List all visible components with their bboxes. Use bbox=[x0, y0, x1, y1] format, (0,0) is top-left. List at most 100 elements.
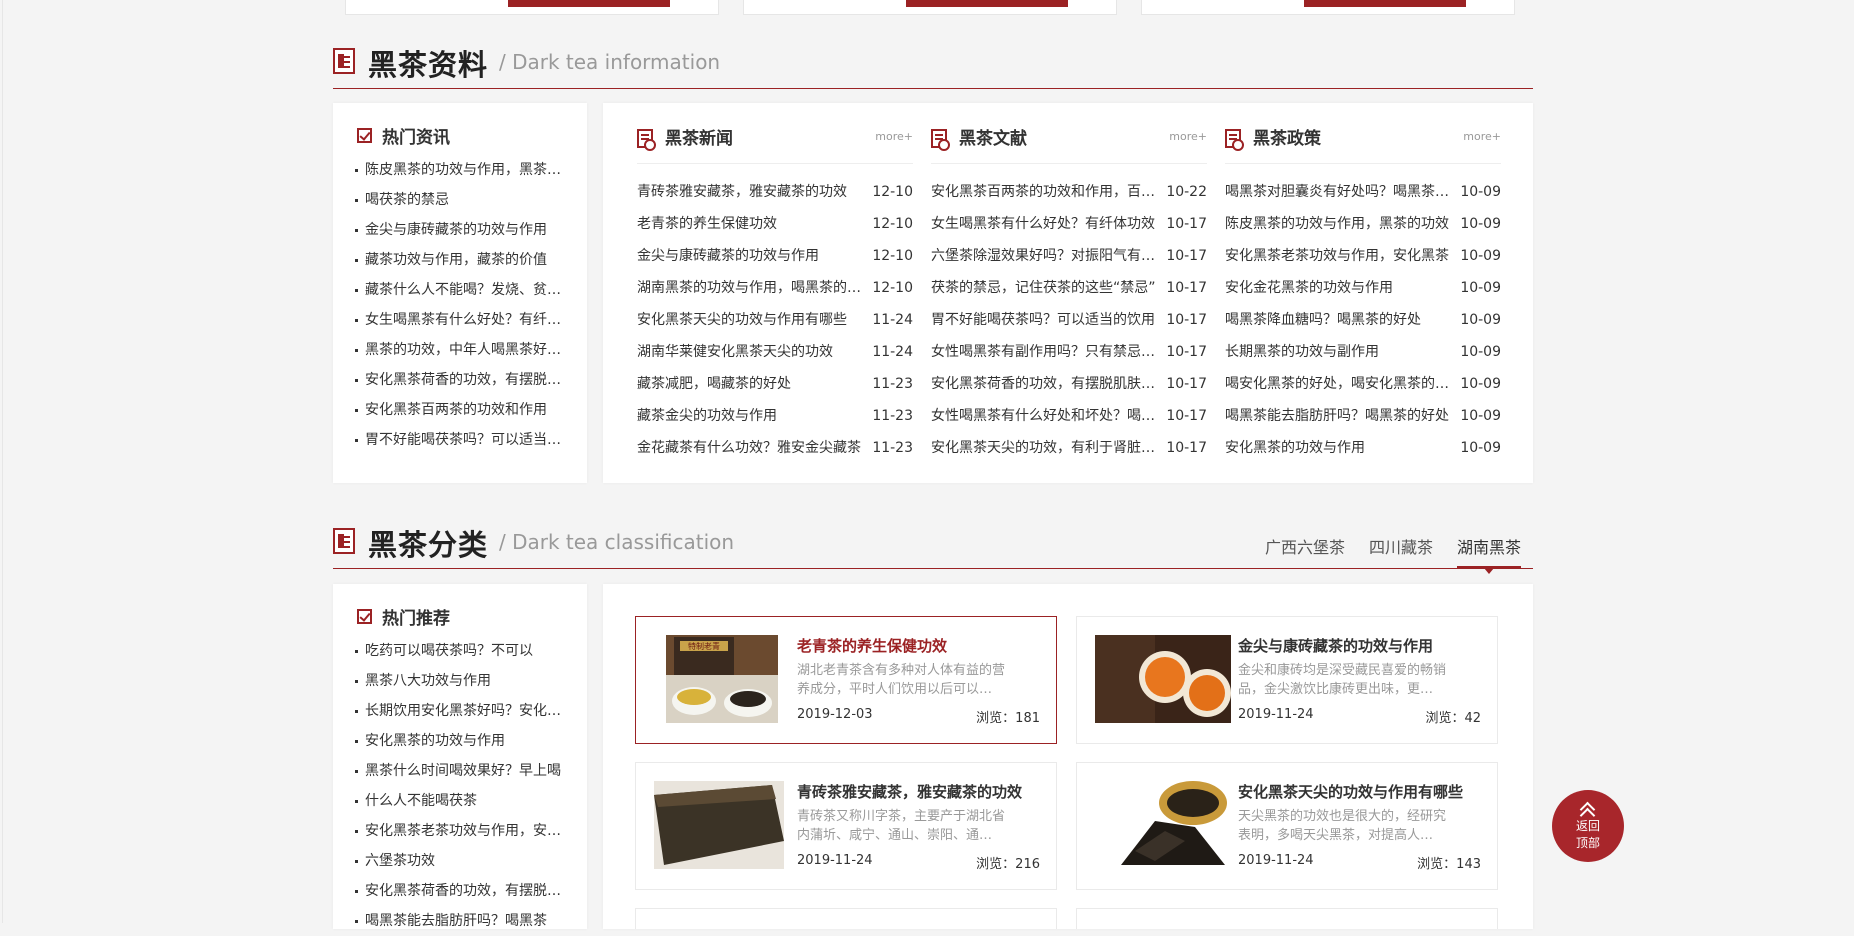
news-item-title: 女生喝黑茶有什么好处？有纤体功效 bbox=[931, 216, 1155, 232]
news-column-title: 黑茶文献 bbox=[959, 129, 1027, 149]
news-item-title: 藏茶减肥，喝藏茶的好处 bbox=[637, 376, 791, 392]
news-item-title: 湖南黑茶的功效与作用，喝黑茶的好处 bbox=[637, 280, 863, 296]
list-item[interactable]: 安化黑茶荷香的功效，有摆脱烦恼 bbox=[355, 876, 565, 906]
news-item[interactable]: 六堡茶除湿效果好吗？对振阳气有帮助 10-17 bbox=[931, 240, 1207, 272]
news-item[interactable]: 胃不好能喝茯茶吗？可以适当的饮用 10-17 bbox=[931, 304, 1207, 336]
hot-news-list: 陈皮黑茶的功效与作用，黑茶怎么喝 喝茯茶的禁忌 金尖与康砖藏茶的功效与作用 藏茶… bbox=[355, 155, 565, 455]
list-item[interactable]: 什么人不能喝茯茶 bbox=[355, 786, 565, 816]
list-item[interactable]: 黑茶八大功效与作用 bbox=[355, 666, 565, 696]
news-item[interactable]: 安化黑茶老茶功效与作用，安化黑茶 10-09 bbox=[1225, 240, 1501, 272]
tab-guangxi[interactable]: 广西六堡茶 bbox=[1265, 534, 1345, 568]
news-item-title: 女性喝黑茶有副作用吗？只有禁忌人群 bbox=[931, 344, 1157, 360]
top-card-button[interactable] bbox=[508, 0, 670, 7]
list-item[interactable]: 安化黑茶百两茶的功效和作用 bbox=[355, 395, 565, 425]
news-item-date: 11-23 bbox=[872, 440, 913, 456]
news-item[interactable]: 湖南华莱健安化黑茶天尖的功效 11-24 bbox=[637, 336, 913, 368]
article-card[interactable] bbox=[1076, 908, 1498, 929]
top-card-button[interactable] bbox=[1304, 0, 1466, 7]
news-item[interactable]: 藏茶减肥，喝藏茶的好处 11-23 bbox=[637, 368, 913, 400]
list-item[interactable]: 金尖与康砖藏茶的功效与作用 bbox=[355, 215, 565, 245]
list-item[interactable]: 黑茶什么时间喝效果好？早上喝 bbox=[355, 756, 565, 786]
list-item[interactable]: 胃不好能喝茯茶吗？可以适当饮用 bbox=[355, 425, 565, 455]
news-item[interactable]: 茯茶的禁忌，记住茯茶的这些“禁忌” 10-17 bbox=[931, 272, 1207, 304]
news-item[interactable]: 安化黑茶天尖的功效，有利于肾脏健康 10-17 bbox=[931, 432, 1207, 464]
news-item[interactable]: 长期黑茶的功效与副作用 10-09 bbox=[1225, 336, 1501, 368]
article-description: 湖北老青茶含有多种对人体有益的营养成分，平时人们饮用以后可以… bbox=[797, 663, 1006, 697]
article-card[interactable]: 特制老青 老青茶的养生保健功效 湖北老青茶含有多种对人体有益的营养成分，平时人们… bbox=[635, 616, 1057, 744]
news-item-date: 10-09 bbox=[1460, 408, 1501, 424]
more-link[interactable]: more+ bbox=[875, 130, 913, 143]
news-item[interactable]: 老青茶的养生保健功效 12-10 bbox=[637, 208, 913, 240]
tab-sichuan[interactable]: 四川藏茶 bbox=[1369, 534, 1433, 568]
news-item-date: 10-09 bbox=[1460, 344, 1501, 360]
news-item[interactable]: 金花藏茶有什么功效？雅安金尖藏茶 11-23 bbox=[637, 432, 913, 464]
article-title: 安化黑茶天尖的功效与作用有哪些 bbox=[1238, 783, 1464, 801]
list-item[interactable]: 藏茶功效与作用，藏茶的价值 bbox=[355, 245, 565, 275]
top-card-button[interactable] bbox=[906, 0, 1068, 7]
news-item[interactable]: 女性喝黑茶有什么好处和坏处？喝黑茶 10-17 bbox=[931, 400, 1207, 432]
tab-hunan[interactable]: 湖南黑茶 bbox=[1456, 534, 1521, 574]
list-item[interactable]: 六堡茶功效 bbox=[355, 846, 565, 876]
list-item[interactable]: 黑茶的功效，中年人喝黑茶好处多 bbox=[355, 335, 565, 365]
list-item[interactable]: 长期饮用安化黑茶好吗？安化黑茶 bbox=[355, 696, 565, 726]
news-item-date: 10-17 bbox=[1166, 408, 1207, 424]
more-link[interactable]: more+ bbox=[1169, 130, 1207, 143]
hot-recommend-header: 热门推荐 bbox=[357, 604, 450, 629]
list-item[interactable]: 藏茶什么人不能喝？发烧、贫血人群 bbox=[355, 275, 565, 305]
news-item[interactable]: 女生喝黑茶有什么好处？有纤体功效 10-17 bbox=[931, 208, 1207, 240]
list-item[interactable]: 陈皮黑茶的功效与作用，黑茶怎么喝 bbox=[355, 155, 565, 185]
news-item-title: 胃不好能喝茯茶吗？可以适当的饮用 bbox=[931, 312, 1155, 328]
article-card[interactable]: 安化黑茶天尖的功效与作用有哪些 天尖黑茶的功效也是很大的，经研究表明，多喝天尖黑… bbox=[1076, 762, 1498, 890]
article-title: 老青茶的养生保健功效 bbox=[797, 637, 948, 655]
article-thumbnail: 特制老青 bbox=[666, 635, 778, 723]
list-item[interactable]: 吃药可以喝茯茶吗？不可以 bbox=[355, 636, 565, 666]
news-item[interactable]: 安化黑茶天尖的功效与作用有哪些 11-24 bbox=[637, 304, 913, 336]
list-item[interactable]: 女生喝黑茶有什么好处？有纤体功效 bbox=[355, 305, 565, 335]
document-icon bbox=[931, 129, 950, 151]
news-item-date: 10-09 bbox=[1460, 216, 1501, 232]
article-card[interactable] bbox=[635, 908, 1057, 929]
news-item-title: 陈皮黑茶的功效与作用，黑茶的功效 bbox=[1225, 216, 1449, 232]
news-list: 安化黑茶百两茶的功效和作用，百两茶 10-22 女生喝黑茶有什么好处？有纤体功效 1… bbox=[931, 176, 1207, 464]
news-item[interactable]: 喝安化黑茶的好处，喝安化黑茶的功效 10-09 bbox=[1225, 368, 1501, 400]
back-to-top-button[interactable]: 返回 顶部 bbox=[1552, 790, 1624, 862]
news-list: 青砖茶雅安藏茶，雅安藏茶的功效 12-10 老青茶的养生保健功效 12-10 金尖与… bbox=[637, 176, 913, 464]
news-item-title: 安化黑茶天尖的功效与作用有哪些 bbox=[637, 312, 847, 328]
back-to-top-line2: 顶部 bbox=[1575, 836, 1600, 850]
news-item-title: 安化黑茶老茶功效与作用，安化黑茶 bbox=[1225, 248, 1449, 264]
news-item[interactable]: 藏茶金尖的功效与作用 11-23 bbox=[637, 400, 913, 432]
checkbox-icon bbox=[357, 128, 372, 143]
article-card[interactable]: 青砖茶雅安藏茶，雅安藏茶的功效 青砖茶又称川字茶，主要产于湖北省内蒲圻、咸宁、通… bbox=[635, 762, 1057, 890]
news-item[interactable]: 安化黑茶百两茶的功效和作用，百两茶 10-22 bbox=[931, 176, 1207, 208]
news-item-title: 喝安化黑茶的好处，喝安化黑茶的功效 bbox=[1225, 376, 1451, 392]
list-item[interactable]: 安化黑茶老茶功效与作用，安化黑茶 bbox=[355, 816, 565, 846]
news-item-date: 12-10 bbox=[872, 216, 913, 232]
news-item[interactable]: 安化黑茶的功效与作用 10-09 bbox=[1225, 432, 1501, 464]
article-card[interactable]: 金尖与康砖藏茶的功效与作用 金尖和康砖均是深受藏民喜爱的畅销品，金尖激饮比康砖更… bbox=[1076, 616, 1498, 744]
news-item[interactable]: 湖南黑茶的功效与作用，喝黑茶的好处 12-10 bbox=[637, 272, 913, 304]
list-item[interactable]: 喝黑茶能去脂肪肝吗？喝黑茶 bbox=[355, 906, 565, 936]
news-item-date: 10-17 bbox=[1166, 440, 1207, 456]
news-item[interactable]: 青砖茶雅安藏茶，雅安藏茶的功效 12-10 bbox=[637, 176, 913, 208]
article-date: 2019-11-24 bbox=[797, 853, 873, 868]
news-item-title: 湖南华莱健安化黑茶天尖的功效 bbox=[637, 344, 833, 360]
news-item-title: 喝黑茶对胆囊炎有好处吗？喝黑茶的好处 bbox=[1225, 184, 1451, 200]
news-item[interactable]: 金尖与康砖藏茶的功效与作用 12-10 bbox=[637, 240, 913, 272]
news-item[interactable]: 安化黑茶荷香的功效，有摆脱肌肤问题 10-17 bbox=[931, 368, 1207, 400]
news-item[interactable]: 喝黑茶对胆囊炎有好处吗？喝黑茶的好处 10-09 bbox=[1225, 176, 1501, 208]
news-item[interactable]: 喝黑茶能去脂肪肝吗？喝黑茶的好处 10-09 bbox=[1225, 400, 1501, 432]
news-item-date: 10-09 bbox=[1460, 440, 1501, 456]
hot-recommend-panel: 热门推荐 吃药可以喝茯茶吗？不可以 黑茶八大功效与作用 长期饮用安化黑茶好吗？安… bbox=[333, 584, 587, 929]
news-column-header: 黑茶文献 more+ bbox=[931, 123, 1207, 164]
news-item[interactable]: 安化金花黑茶的功效与作用 10-09 bbox=[1225, 272, 1501, 304]
news-item[interactable]: 喝黑茶降血糖吗？喝黑茶的好处 10-09 bbox=[1225, 304, 1501, 336]
more-link[interactable]: more+ bbox=[1463, 130, 1501, 143]
news-item[interactable]: 陈皮黑茶的功效与作用，黑茶的功效 10-09 bbox=[1225, 208, 1501, 240]
news-item-date: 10-09 bbox=[1460, 280, 1501, 296]
news-item-date: 12-10 bbox=[872, 248, 913, 264]
list-item[interactable]: 安化黑茶的功效与作用 bbox=[355, 726, 565, 756]
article-date: 2019-11-24 bbox=[1238, 707, 1314, 722]
news-item[interactable]: 女性喝黑茶有副作用吗？只有禁忌人群 10-17 bbox=[931, 336, 1207, 368]
list-item[interactable]: 喝茯茶的禁忌 bbox=[355, 185, 565, 215]
list-item[interactable]: 安化黑茶荷香的功效，有摆脱烦恼 bbox=[355, 365, 565, 395]
